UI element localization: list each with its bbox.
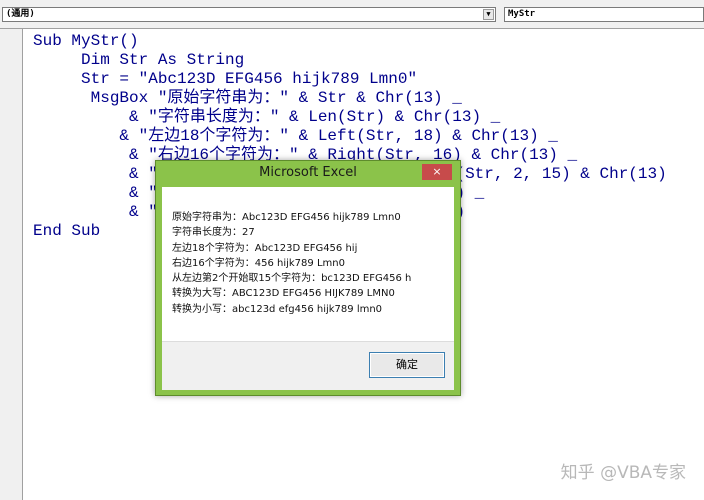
code-line[interactable]: MsgBox "原始字符串为：" & Str & Chr(13) _ <box>33 89 462 108</box>
code-line[interactable]: & "字符串长度为：" & Len(Str) & Chr(13) _ <box>33 108 500 127</box>
object-combo-value: (通用) <box>6 9 35 19</box>
watermark: 知乎 @VBA专家 <box>560 463 686 483</box>
message-line: 右边16个字符为：456 hijk789 Lmn0 <box>172 257 345 269</box>
message-line: 原始字符串为：Abc123D EFG456 hijk789 Lmn0 <box>172 212 401 223</box>
message-line: 左边18个字符为：Abc123D EFG456 hij <box>172 242 358 254</box>
code-line[interactable]: & "左边18个字符为：" & Left(Str, 18) & Chr(13) … <box>33 127 557 146</box>
procedure-combo[interactable]: MyStr <box>504 7 704 22</box>
message-line: 转换为小写：abc123d efg456 hijk789 lmn0 <box>172 303 383 315</box>
code-window-toolbar: (通用) ▼ MyStr <box>0 0 704 29</box>
code-line[interactable]: Dim Str As String <box>33 51 244 70</box>
close-icon[interactable]: × <box>422 164 452 180</box>
procedure-combo-value: MyStr <box>508 9 536 19</box>
code-line[interactable]: End Sub <box>33 222 100 241</box>
dialog-title: Microsoft Excel <box>259 165 357 180</box>
code-line[interactable]: Sub MyStr() <box>33 32 139 51</box>
message-line: 字符串长度为：27 <box>172 227 255 239</box>
code-line[interactable]: Str = "Abc123D EFG456 hijk789 Lmn0" <box>33 70 417 89</box>
message-line: 转换为大写：ABC123D EFG456 HIJK789 LMN0 <box>172 288 395 300</box>
message-line: 从左边第2个开始取15个字符为：bc123D EFG456 h <box>172 273 412 285</box>
dialog-message: 原始字符串为：Abc123D EFG456 hijk789 Lmn0 字符串长度… <box>172 210 450 317</box>
dialog-footer: 确定 <box>162 341 454 390</box>
dialog-body: 原始字符串为：Abc123D EFG456 hijk789 Lmn0 字符串长度… <box>162 187 454 390</box>
object-combo[interactable]: (通用) ▼ <box>2 7 496 22</box>
ok-button[interactable]: 确定 <box>369 352 445 378</box>
dropdown-arrow-icon[interactable]: ▼ <box>483 9 494 20</box>
margin-indicator-bar[interactable] <box>0 29 23 500</box>
msgbox-dialog: Microsoft Excel × 原始字符串为：Abc123D EFG456 … <box>155 160 461 396</box>
